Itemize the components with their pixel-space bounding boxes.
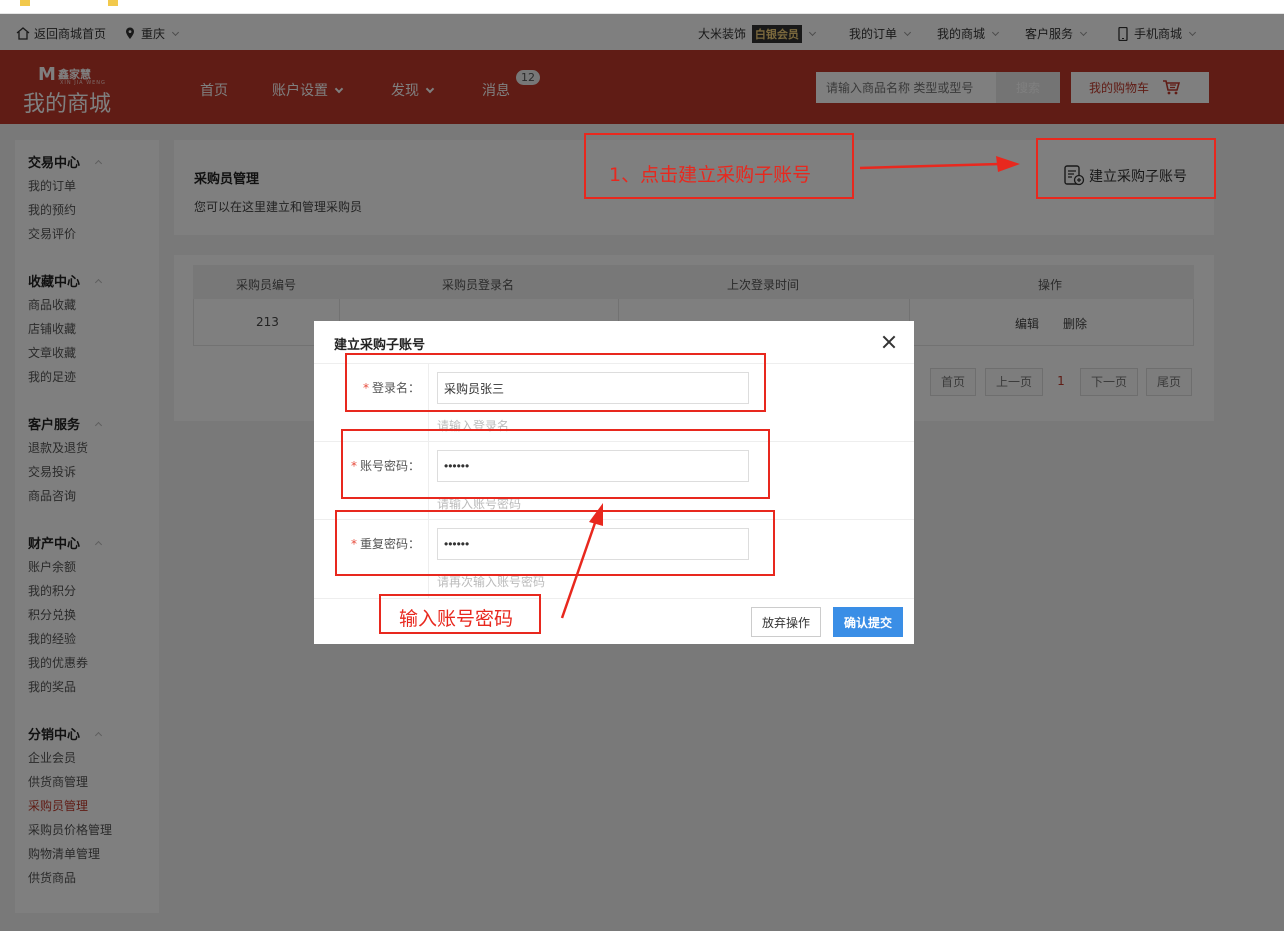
annotation-box <box>335 510 775 576</box>
bookmarks-bar <box>0 0 1284 14</box>
annotation-step2-text: 输入账号密码 <box>399 608 514 630</box>
submit-button[interactable]: 确认提交 <box>833 607 903 637</box>
annotation-box <box>345 353 766 412</box>
bookmark-folder-icon[interactable] <box>108 0 122 7</box>
annotation-box <box>341 429 770 499</box>
bookmark-folder-icon[interactable] <box>20 0 34 7</box>
cancel-button[interactable]: 放弃操作 <box>751 607 821 637</box>
annotation-box <box>1036 138 1216 199</box>
close-icon[interactable] <box>881 334 897 350</box>
annotation-step1-text: 1、点击建立采购子账号 <box>609 164 812 186</box>
dialog-title: 建立采购子账号 <box>334 338 426 353</box>
